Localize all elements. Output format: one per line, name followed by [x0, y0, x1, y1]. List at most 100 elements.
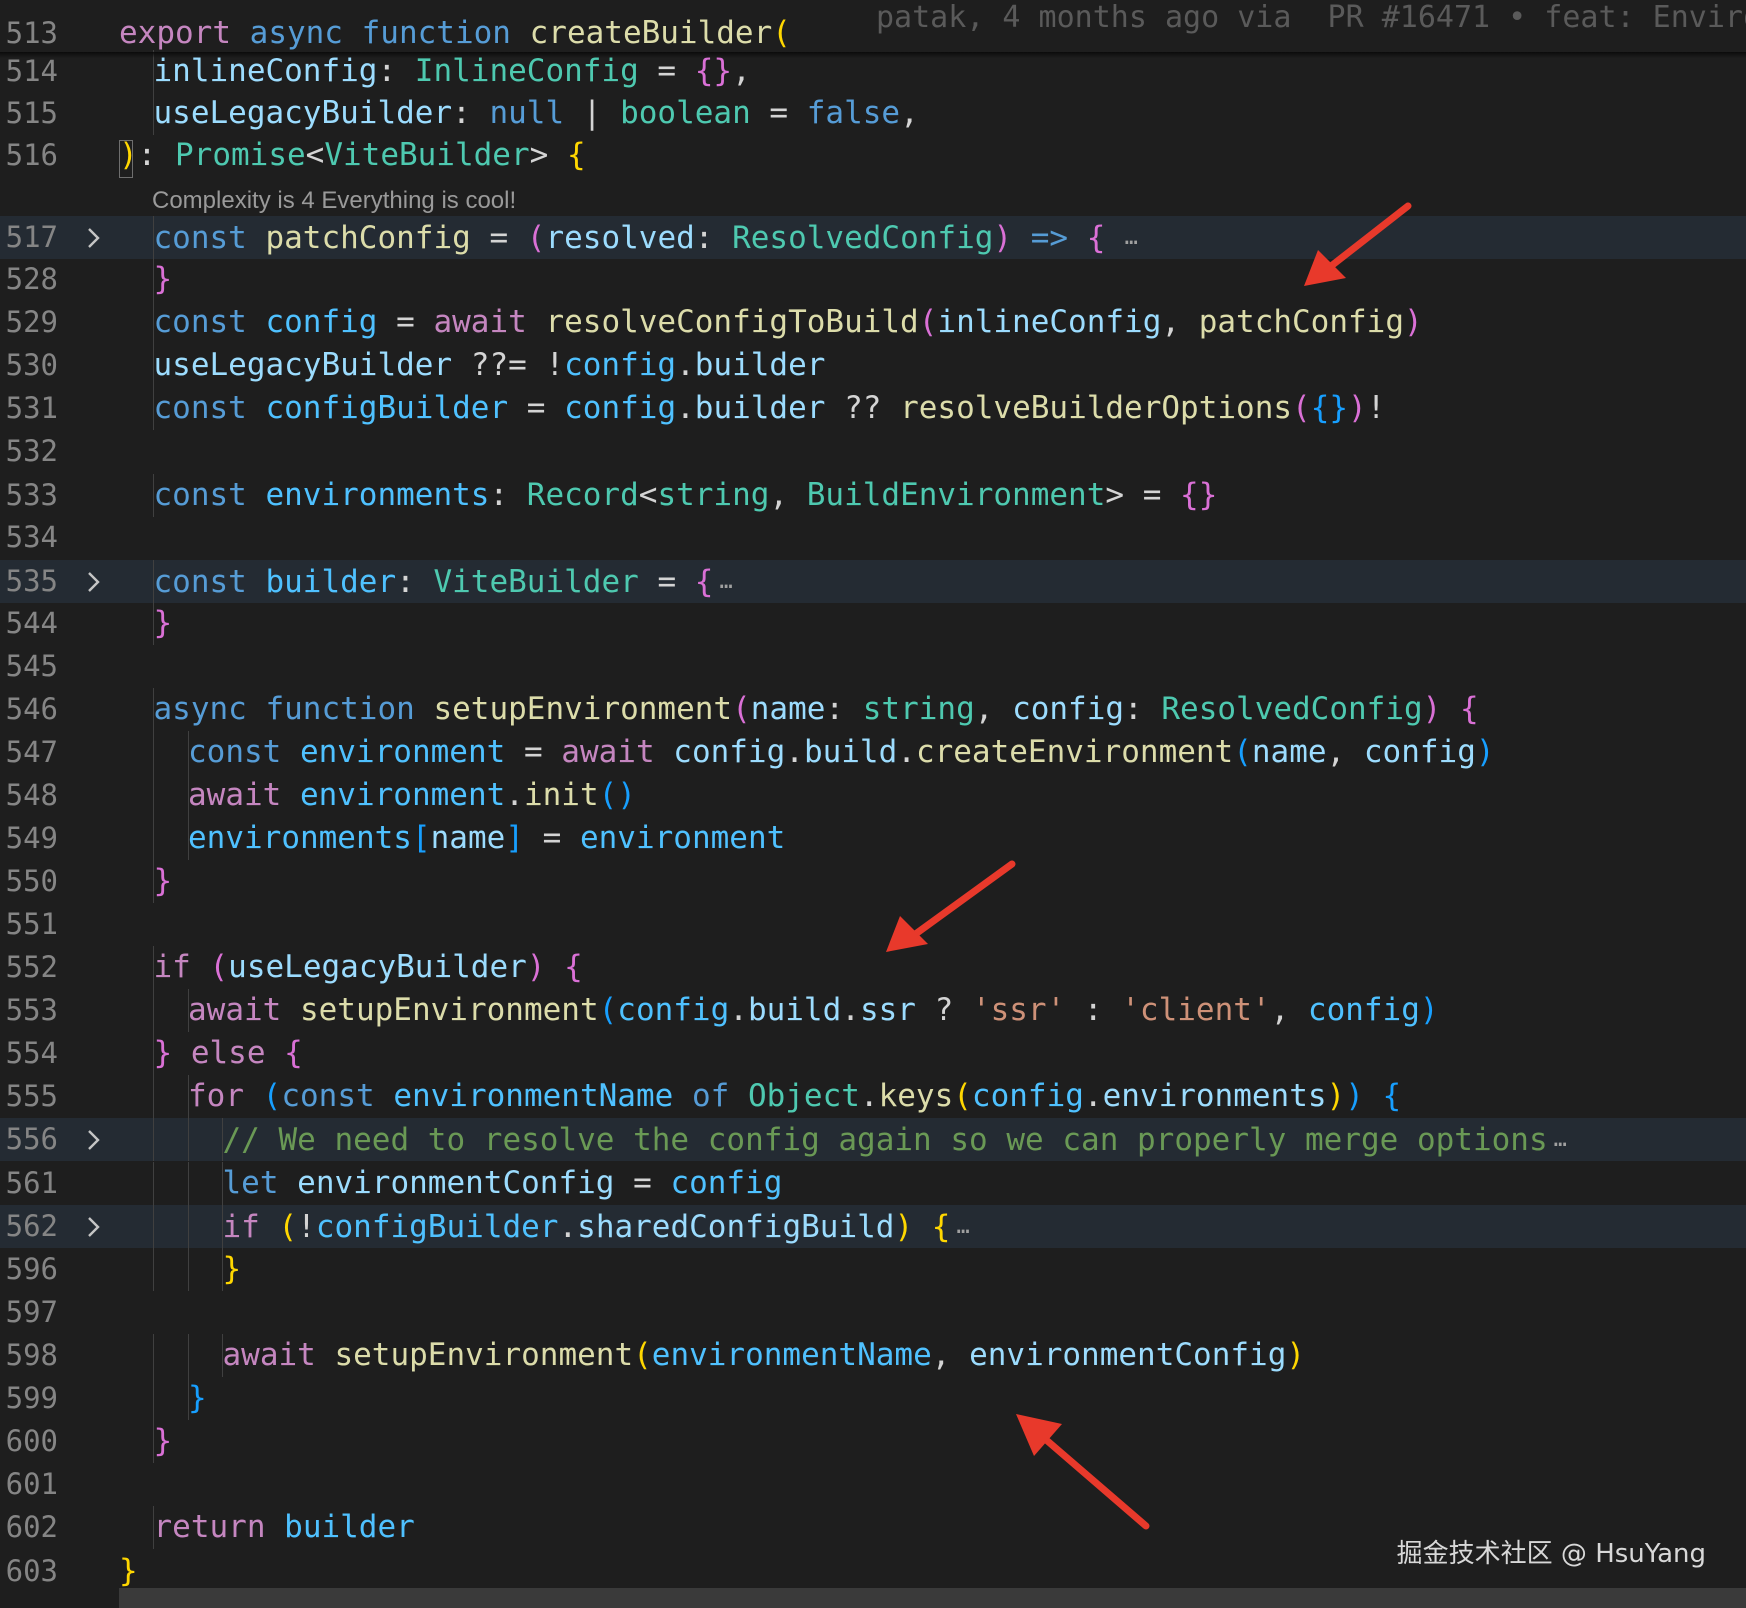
- indent-guide: [119, 989, 154, 1032]
- code-line[interactable]: 545: [0, 645, 1746, 688]
- folded-ellipsis[interactable]: …: [719, 569, 732, 594]
- code-line[interactable]: 532: [0, 430, 1746, 473]
- code-editor[interactable]: 513 export async function createBuilder(5…: [0, 0, 1746, 1608]
- code-line[interactable]: 551: [0, 903, 1746, 946]
- code-text: const configBuilder = config.builder ?? …: [119, 387, 1385, 430]
- folded-ellipsis[interactable]: …: [1554, 1127, 1567, 1152]
- indent-guide: [119, 688, 154, 731]
- git-blame-annotation[interactable]: patak, 4 months ago via PR #16471 • feat…: [876, 0, 1746, 35]
- code-token: async: [153, 691, 266, 727]
- code-line[interactable]: 544}: [0, 602, 1746, 645]
- code-token: config: [1012, 691, 1125, 727]
- indent-guide: [188, 1162, 223, 1205]
- code-token: .: [729, 992, 748, 1028]
- code-token: await: [188, 777, 300, 813]
- code-token: {: [564, 949, 583, 985]
- code-line[interactable]: 534: [0, 516, 1746, 559]
- code-line[interactable]: 599}: [0, 1377, 1746, 1420]
- code-line[interactable]: 596}: [0, 1248, 1746, 1291]
- line-number: 596: [5, 1252, 58, 1286]
- code-token: builder: [265, 564, 397, 600]
- code-line[interactable]: 548 await environment.init(): [0, 774, 1746, 817]
- code-token: ,: [974, 691, 1013, 727]
- line-number: 561: [5, 1166, 58, 1200]
- code-line[interactable]: 549 environments[name] = environment: [0, 817, 1746, 860]
- indent-guide: [119, 860, 154, 903]
- fold-chevron-right-icon[interactable]: [80, 1126, 106, 1154]
- code-line[interactable]: 600}: [0, 1420, 1746, 1463]
- code-token: const: [153, 220, 266, 256]
- code-token: builder: [694, 390, 826, 426]
- code-token: ResolvedConfig: [1161, 691, 1423, 727]
- code-line[interactable]: 597: [0, 1291, 1746, 1334]
- code-line[interactable]: 561 let environmentConfig = config: [0, 1162, 1746, 1205]
- indent-guide: [119, 1205, 154, 1248]
- code-line[interactable]: 552 if (useLegacyBuilder) {: [0, 946, 1746, 989]
- line-number: 555: [5, 1079, 58, 1113]
- code-token: string: [657, 477, 770, 513]
- code-line[interactable]: 528}: [0, 258, 1746, 301]
- code-line[interactable]: 562 if (!configBuilder.sharedConfigBuild)…: [0, 1205, 1746, 1248]
- code-line[interactable]: 533 const environments: Record<string, Bu…: [0, 474, 1746, 517]
- horizontal-scrollbar[interactable]: [119, 1588, 1746, 1608]
- code-line[interactable]: 546 async function setupEnvironment(name:…: [0, 688, 1746, 731]
- fold-chevron-right-icon[interactable]: [80, 568, 106, 596]
- code-token: ,: [769, 477, 807, 513]
- code-line[interactable]: 529 const config = await resolveConfigToB…: [0, 301, 1746, 344]
- line-number: 602: [5, 1510, 58, 1544]
- folded-ellipsis[interactable]: …: [956, 1214, 969, 1239]
- line-number: 554: [5, 1036, 58, 1070]
- code-line[interactable]: 553 await setupEnvironment(config.build.s…: [0, 989, 1746, 1032]
- code-line[interactable]: 517 const patchConfig = (resolved: Resolv…: [0, 216, 1746, 259]
- code-text: if (!configBuilder.sharedConfigBuild) {…: [119, 1205, 970, 1249]
- code-token: }: [153, 1035, 191, 1071]
- code-line[interactable]: 556 // We need to resolve the config agai…: [0, 1118, 1746, 1161]
- folded-ellipsis[interactable]: …: [1111, 225, 1138, 250]
- code-line[interactable]: 555 for (const environmentName of Object.…: [0, 1075, 1746, 1118]
- code-line[interactable]: 530 useLegacyBuilder ??= !config.builder: [0, 344, 1746, 387]
- code-line[interactable]: 550}: [0, 860, 1746, 903]
- line-number: 601: [5, 1467, 58, 1501]
- line-number: 533: [5, 478, 58, 512]
- code-text: // We need to resolve the config again s…: [119, 1118, 1567, 1162]
- indent-guide: [154, 1248, 189, 1291]
- code-token: <: [638, 477, 658, 513]
- code-token: name: [1251, 734, 1327, 770]
- code-token: {: [1460, 691, 1479, 727]
- code-line[interactable]: 554 } else {: [0, 1032, 1746, 1075]
- code-line[interactable]: 601: [0, 1463, 1746, 1506]
- code-token: |: [564, 95, 621, 131]
- code-token: ,: [732, 53, 751, 89]
- indent-guide: [154, 817, 189, 860]
- code-token: Object: [747, 1078, 860, 1114]
- code-line[interactable]: 515 useLegacyBuilder: null | boolean = fa…: [0, 92, 1746, 135]
- code-token: :: [694, 220, 733, 256]
- code-token: =: [614, 1165, 671, 1201]
- indent-guide: [188, 1118, 223, 1161]
- code-line[interactable]: 516): Promise<ViteBuilder> {: [0, 134, 1746, 177]
- code-token: else: [190, 1035, 285, 1071]
- code-line[interactable]: 531 const configBuilder = config.builder …: [0, 387, 1746, 430]
- code-token: await: [561, 734, 674, 770]
- fold-chevron-right-icon[interactable]: [80, 224, 106, 252]
- code-line[interactable]: 535 const builder: ViteBuilder = {…: [0, 560, 1746, 603]
- code-token: ,: [931, 1337, 970, 1373]
- line-number: 548: [5, 778, 58, 812]
- fold-chevron-right-icon[interactable]: [80, 1213, 106, 1241]
- complexity-codelens[interactable]: Complexity is 4 Everything is cool!: [152, 186, 516, 216]
- code-token: ): [1404, 304, 1423, 340]
- code-token: >: [529, 137, 567, 173]
- code-text: } else {: [119, 1032, 303, 1075]
- code-token: .: [676, 390, 695, 426]
- code-line[interactable]: 547 const environment = await config.buil…: [0, 731, 1746, 774]
- code-token: ): [1345, 1078, 1383, 1114]
- code-token: useLegacyBuilder: [153, 347, 453, 383]
- code-token: =: [508, 390, 565, 426]
- code-token: environmentName: [393, 1078, 692, 1114]
- code-token: }: [222, 1251, 242, 1287]
- code-line[interactable]: 598 await setupEnvironment(environmentNam…: [0, 1334, 1746, 1377]
- code-token: inlineConfig: [937, 304, 1162, 340]
- line-number: 529: [5, 305, 58, 339]
- indent-guide: [119, 1248, 154, 1291]
- code-token: {: [694, 564, 714, 600]
